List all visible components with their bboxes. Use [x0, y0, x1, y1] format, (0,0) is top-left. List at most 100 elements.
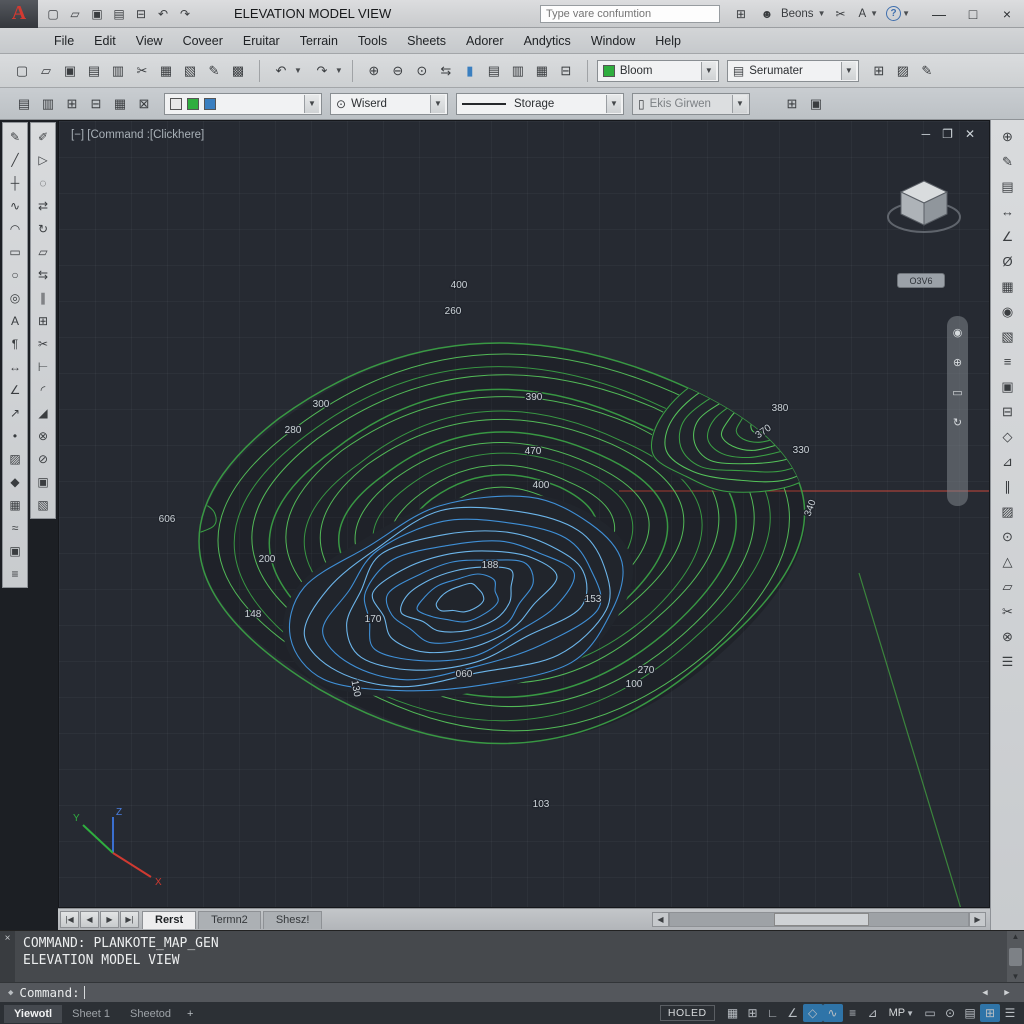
- zoom-out-icon[interactable]: ⊖: [387, 60, 409, 82]
- menu-sheets[interactable]: Sheets: [397, 30, 456, 52]
- save-icon[interactable]: ▣: [59, 60, 81, 82]
- match-properties-icon[interactable]: ✎: [203, 60, 225, 82]
- viewcube-menu-button[interactable]: O3V6: [897, 273, 945, 288]
- customize-icon[interactable]: ☰: [1000, 1004, 1020, 1022]
- slope-icon[interactable]: ⊿: [995, 449, 1021, 474]
- layer-combo[interactable]: ▼: [164, 93, 322, 115]
- menu-window[interactable]: Window: [581, 30, 645, 52]
- workspace-icon[interactable]: ⊞: [868, 60, 890, 82]
- pan-icon[interactable]: ⊕: [950, 354, 966, 370]
- snap-icon[interactable]: ⊞: [743, 1004, 763, 1022]
- menu-tools[interactable]: Tools: [348, 30, 397, 52]
- zoom-in-icon[interactable]: ⊕: [363, 60, 385, 82]
- parallel-icon[interactable]: ∥: [995, 474, 1021, 499]
- polar-icon[interactable]: ∠: [783, 1004, 803, 1022]
- menu-icon[interactable]: ☰: [995, 649, 1021, 674]
- grid-icon[interactable]: ▦: [723, 1004, 743, 1022]
- undo-icon[interactable]: ↶: [153, 4, 173, 24]
- layers-icon[interactable]: ⊟: [555, 60, 577, 82]
- offset-icon[interactable]: ∥: [32, 286, 54, 309]
- orbit-icon[interactable]: ◉: [950, 324, 966, 340]
- view-cube[interactable]: [881, 167, 967, 253]
- save-icon[interactable]: ▣: [87, 4, 107, 24]
- array-icon[interactable]: ⊞: [32, 309, 54, 332]
- spin-icon[interactable]: ↻: [950, 414, 966, 430]
- menu-edit[interactable]: Edit: [84, 30, 126, 52]
- leader-icon[interactable]: ↗: [4, 401, 26, 424]
- viewport-minimize-button[interactable]: ─: [922, 127, 931, 141]
- select-icon[interactable]: ▷: [32, 148, 54, 171]
- menu-file[interactable]: File: [44, 30, 84, 52]
- erase-icon[interactable]: ⊘: [32, 447, 54, 470]
- copy-icon[interactable]: ▣: [32, 470, 54, 493]
- close-icon[interactable]: ×: [5, 933, 11, 944]
- edit-icon[interactable]: ✎: [916, 60, 938, 82]
- hatch-icon[interactable]: ▨: [4, 447, 26, 470]
- polyline-icon[interactable]: ∿: [4, 194, 26, 217]
- plot-preview-icon[interactable]: ▤: [83, 60, 105, 82]
- chamfer-icon[interactable]: ◢: [32, 401, 54, 424]
- copy-icon[interactable]: ▦: [155, 60, 177, 82]
- brush-icon[interactable]: ✐: [32, 125, 54, 148]
- menu-adorer[interactable]: Adorer: [456, 30, 514, 52]
- paste-icon[interactable]: ▧: [179, 60, 201, 82]
- workspace-icon[interactable]: ⊙: [940, 1004, 960, 1022]
- ellipse-icon[interactable]: ◎: [4, 286, 26, 309]
- isodraft-icon[interactable]: ◇: [803, 1004, 823, 1022]
- layer-freeze-icon[interactable]: ⊞: [61, 93, 83, 115]
- undo-dropdown[interactable]: ↶ ▼: [269, 60, 302, 82]
- next-command-icon[interactable]: ▶: [999, 986, 1015, 1000]
- point-icon[interactable]: •: [4, 424, 26, 447]
- status-tab-3[interactable]: +: [181, 1005, 199, 1023]
- move-icon[interactable]: ⇄: [32, 194, 54, 217]
- search-input[interactable]: [540, 5, 720, 23]
- circle-icon[interactable]: ○: [4, 263, 26, 286]
- maximize-button[interactable]: □: [956, 1, 990, 27]
- layers-icon[interactable]: ≡: [4, 562, 26, 585]
- redo-dropdown[interactable]: ↷ ▼: [310, 60, 343, 82]
- triangle-icon[interactable]: △: [995, 549, 1021, 574]
- wiserd-dropdown[interactable]: ⊙ Wiserd ▼: [330, 93, 448, 115]
- ortho-icon[interactable]: ∟: [763, 1004, 783, 1022]
- menu-terrain[interactable]: Terrain: [290, 30, 348, 52]
- paste-icon[interactable]: ▧: [32, 493, 54, 516]
- autocad-logo[interactable]: A: [0, 0, 38, 28]
- close-button[interactable]: ×: [990, 1, 1024, 27]
- menu-coveer[interactable]: Coveer: [173, 30, 233, 52]
- redo-icon[interactable]: ↷: [175, 4, 195, 24]
- layer-properties-icon[interactable]: ▤: [13, 93, 35, 115]
- osnap-icon[interactable]: ◇: [995, 424, 1021, 449]
- scale-icon[interactable]: ▱: [32, 240, 54, 263]
- layer-previous-icon[interactable]: ▣: [805, 93, 827, 115]
- layer-icon[interactable]: ⊟: [995, 399, 1021, 424]
- plane-icon[interactable]: ▱: [995, 574, 1021, 599]
- new-file-icon[interactable]: ▢: [43, 4, 63, 24]
- drawing-canvas[interactable]: 4002603003903803703302804704006062001881…: [59, 121, 990, 908]
- region-icon[interactable]: ▨: [995, 499, 1021, 524]
- new-file-icon[interactable]: ▢: [11, 60, 33, 82]
- annotate-icon[interactable]: ▨: [892, 60, 914, 82]
- units-icon[interactable]: ▤: [960, 1004, 980, 1022]
- status-tab-sheet1[interactable]: Sheet 1: [62, 1005, 120, 1023]
- status-tab-sheetod[interactable]: Sheetod: [120, 1005, 181, 1023]
- scrollbar-thumb[interactable]: [1009, 948, 1022, 966]
- center-mark-icon[interactable]: ◉: [995, 299, 1021, 324]
- mirror-icon[interactable]: ⇆: [32, 263, 54, 286]
- dim-angular-icon[interactable]: ∠: [4, 378, 26, 401]
- menu-eruitar[interactable]: Eruitar: [233, 30, 290, 52]
- sheet-nav-2[interactable]: ▶: [100, 911, 119, 928]
- help-menu[interactable]: ? ▼: [886, 6, 910, 21]
- sheet-tab-shesz[interactable]: Shesz!: [263, 911, 323, 929]
- table-icon[interactable]: ▦: [4, 493, 26, 516]
- explode-icon[interactable]: ⊗: [995, 624, 1021, 649]
- hatch-icon[interactable]: ▧: [995, 324, 1021, 349]
- osnap-icon[interactable]: ∿: [823, 1004, 843, 1022]
- construction-line-icon[interactable]: ┼: [4, 171, 26, 194]
- sheet-nav-0[interactable]: |◀: [60, 911, 79, 928]
- sheet-tab-rerst[interactable]: Rerst: [142, 911, 196, 929]
- table-icon[interactable]: ▦: [995, 274, 1021, 299]
- viewport-restore-button[interactable]: ❐: [942, 127, 953, 141]
- match-layer-icon[interactable]: ⊞: [781, 93, 803, 115]
- font-menu[interactable]: A ▼: [855, 8, 878, 20]
- minimize-button[interactable]: —: [922, 1, 956, 27]
